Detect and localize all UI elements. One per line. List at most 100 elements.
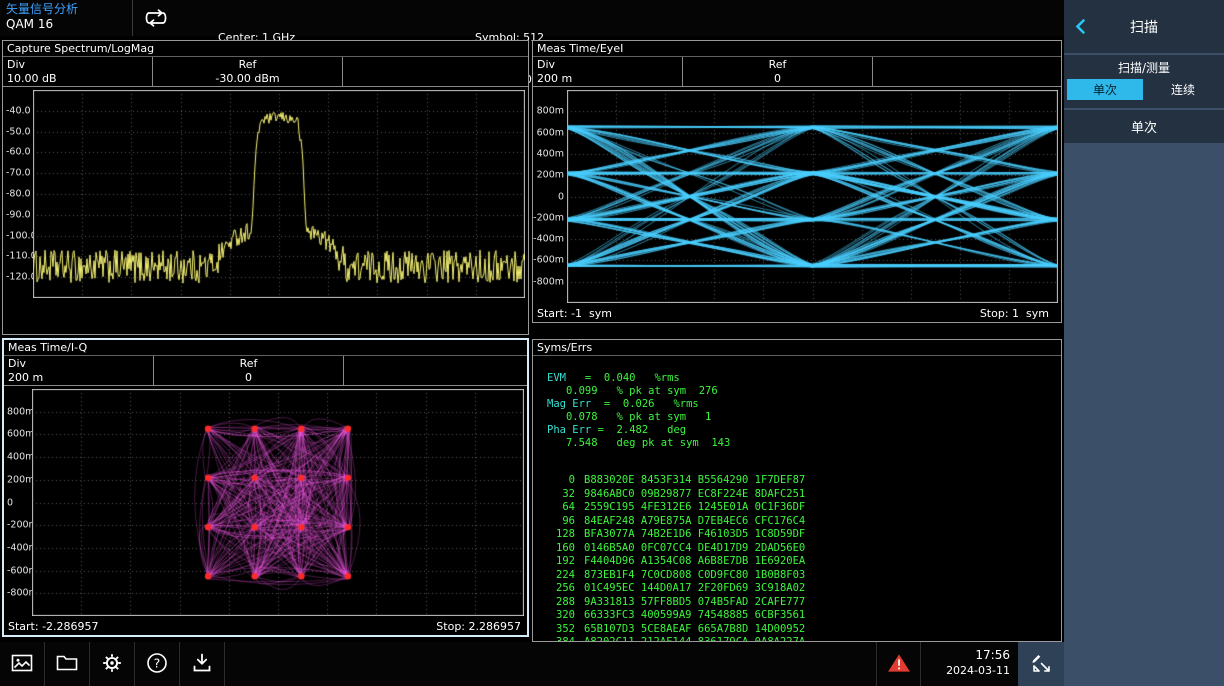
spectrum-div-cell: Div 10.00 dB [3,57,153,86]
syms-errs-panel[interactable]: Syms/Errs EVM = 0.040 %rms 0.099 % pk at… [532,339,1062,642]
iq-y-axis: 800m600m400m200m0-200m-400m-600m-800m [4,389,32,616]
spectrum-panel-title: Capture Spectrum/LogMag [3,41,528,57]
y-axis-label: 400m [537,148,564,159]
screenshot-button[interactable] [0,642,45,686]
save-button[interactable] [180,642,225,686]
folder-icon [55,651,79,678]
y-axis-label: 800m [537,106,564,117]
y-axis-label: -600m [533,255,564,266]
eye-ref-cell: Ref 0 [683,57,873,86]
toggle-single-button[interactable]: 单次 [1067,79,1143,100]
hex-row: 642559C195 4FE312E6 1245E01A 0C1F36DF [547,501,1055,515]
div-value: 200 m [537,72,678,86]
div-label: Div [7,58,148,72]
evm-line: Pha Err = 2.482 deg [547,424,1055,437]
evm-line: 0.099 % pk at sym 276 [547,385,1055,398]
eye-y-axis: 800m600m400m200m0-200m-400m-600m-800m [533,90,567,303]
app-title: 矢量信号分析 [6,2,132,17]
eye-panel-title: Meas Time/EyeI [533,41,1061,57]
iq-plot-area: 800m600m400m200m0-200m-400m-600m-800m [4,386,527,618]
sidebar-menu-title: 扫描 [1130,17,1158,37]
y-axis-label: 200m [537,170,564,181]
sweep-measure-label: 扫描/测量 [1064,59,1224,77]
ref-label: Ref [687,58,868,72]
hex-row: 192F4404D96 A1354C08 A6B8E7DB 1E6920EA [547,555,1055,569]
sidebar-menu-header[interactable]: 扫描 [1064,0,1224,53]
div-value: 200 m [8,371,149,385]
iq-div-cell: Div 200 m [4,356,154,385]
ref-value: 0 [158,371,339,385]
iq-scale-spacer [344,356,527,385]
eye-panel[interactable]: Meas Time/EyeI Div 200 m Ref 0 800m 600m 4… [532,40,1062,323]
gear-icon [100,651,124,678]
settings-button[interactable] [90,642,135,686]
ref-value: -30.00 dBm [157,72,338,86]
eye-scale-row: Div 200 m Ref 0 [533,57,1061,87]
save-download-icon [190,651,214,678]
eye-stop-label: Stop: 1 sym [980,307,1049,322]
eye-footer: Start: -1 sym Stop: 1 sym [533,305,1061,322]
bottom-right-cluster: 17:56 2024-03-11 [876,642,1064,686]
hex-row: 0B883020E 8453F314 B5564290 1F7DEF87 [547,474,1055,488]
iq-panel[interactable]: Meas Time/I-Q Div 200 m Ref 0 800m600m40… [2,338,529,637]
bottom-toolbar: ? 17:56 2024-03-11 [0,642,1064,686]
y-axis-label: -50.0 [6,126,31,137]
modulation-format-label: QAM 16 [6,17,132,32]
eye-scale-spacer [873,57,1061,86]
symbol-hex-table: 0B883020E 8453F314 B5564290 1F7DEF873298… [547,474,1055,641]
sweep-menu-sidebar: 扫描 扫描/测量 单次 连续 单次 [1064,0,1224,686]
top-status-bar: 矢量信号分析 QAM 16 Center: 1 GHz Span: 1 MHz … [0,0,1064,36]
div-label: Div [8,357,149,371]
evm-line: Mag Err = 0.026 %rms [547,398,1055,411]
y-axis-label: -400m [533,234,564,245]
app-title-block: 矢量信号分析 QAM 16 [0,0,133,36]
y-axis-label: -800m [533,276,564,287]
screenshot-icon [10,651,34,678]
warning-indicator-button[interactable] [876,642,920,686]
hex-row: 329846ABC0 09B29877 EC8F224E 8DAFC251 [547,488,1055,502]
date-label: 2024-03-11 [921,663,1010,678]
iq-ref-cell: Ref 0 [154,356,344,385]
sweep-mode-toggle: 单次 连续 [1067,79,1221,100]
annotation-tools-button[interactable] [1018,642,1064,686]
syms-errs-body: EVM = 0.040 %rms 0.099 % pk at sym 276Ma… [533,356,1061,641]
back-chevron-icon[interactable] [1074,18,1086,39]
y-axis-label: 800m [7,406,34,417]
spectrum-footer-left: Center: 1 GHz RBW: 397.8542 Hz [7,302,109,332]
div-value: 10.00 dB [7,72,148,86]
annotate-arrows-icon [1029,651,1053,678]
y-axis-label: 600m [537,127,564,138]
toggle-continuous-button[interactable]: 连续 [1145,79,1221,100]
iq-start-label: Start: -2.286957 [8,620,99,635]
evm-line: EVM = 0.040 %rms [547,372,1055,385]
footer-span-label: Span: 1 MHz [379,332,524,335]
y-axis-label: -200m [533,212,564,223]
constellation-canvas[interactable] [32,389,524,616]
eye-diagram-canvas[interactable] [567,90,1058,303]
spectrum-trace-canvas[interactable] [33,90,525,298]
ref-label: Ref [158,357,339,371]
sweep-measure-section: 扫描/测量 单次 连续 [1064,55,1224,108]
hex-row: 35265B107D3 5CE8AEAF 665A7B8D 14D00952 [547,623,1055,637]
svg-text:?: ? [154,655,161,670]
spectrum-plot-area: -40.0-50.0-60.0-70.0-80.0-90.0-100.0-110… [3,87,528,300]
y-axis-label: -40.0 [6,105,31,116]
iq-scale-row: Div 200 m Ref 0 [4,356,527,386]
footer-center-label: Center: 1 GHz [7,332,109,335]
y-axis-label: 600m [7,429,34,440]
hex-row: 1600146B5A0 0FC07CC4 DE4D17D9 2DAD56E0 [547,542,1055,556]
iq-footer: Start: -2.286957 Stop: 2.286957 [4,618,527,635]
help-icon: ? [145,651,169,678]
spectrum-panel[interactable]: Capture Spectrum/LogMag Div 10.00 dB Ref… [2,40,529,335]
hex-row: 224873EB1F4 7C0CD808 C0D9FC80 1B0B8F03 [547,569,1055,583]
help-button[interactable]: ? [135,642,180,686]
clock-display[interactable]: 17:56 2024-03-11 [920,642,1018,686]
time-label: 17:56 [921,648,1010,663]
file-manager-button[interactable] [45,642,90,686]
continuous-sweep-icon[interactable] [142,8,170,31]
spectrum-y-axis: -40.0-50.0-60.0-70.0-80.0-90.0-100.0-110… [3,90,33,298]
single-sweep-button[interactable]: 单次 [1064,110,1224,143]
spectrum-footer: Center: 1 GHz RBW: 397.8542 Hz Span: 1 M… [3,300,528,334]
y-axis-label: -60.0 [6,147,31,158]
y-axis-label: 200m [7,474,34,485]
